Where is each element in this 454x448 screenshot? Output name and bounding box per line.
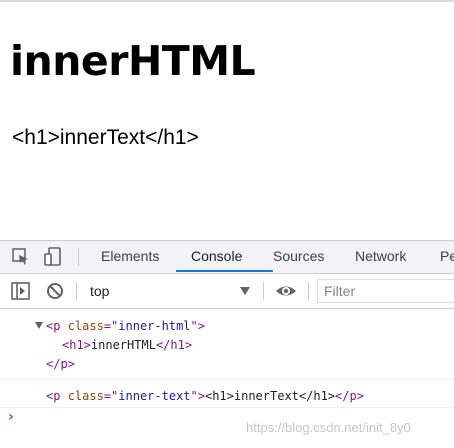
page-paragraph: <h1>innerText</h1> — [12, 126, 199, 149]
inspect-element-icon[interactable] — [10, 246, 32, 268]
console-message-separator — [0, 407, 454, 408]
live-expression-icon[interactable] — [275, 280, 297, 302]
console-entry-1-open[interactable]: <p class="inner-html"> — [46, 317, 205, 335]
filter-input[interactable]: Filter — [317, 279, 454, 303]
tab-console[interactable]: Console — [191, 241, 242, 272]
dropdown-arrow-icon — [240, 287, 250, 295]
device-toolbar-icon[interactable] — [42, 246, 64, 268]
tab-elements[interactable]: Elements — [101, 241, 159, 272]
console-prompt-icon[interactable]: › — [8, 409, 14, 425]
top-border — [0, 0, 454, 2]
devtools-tabbar: Elements Console Sources Network Pe — [0, 241, 454, 274]
toolbar-separator — [263, 282, 264, 300]
tab-network[interactable]: Network — [355, 241, 406, 272]
console-entry-1-close[interactable]: </p> — [46, 355, 75, 373]
tab-sources[interactable]: Sources — [273, 241, 324, 272]
console-entry-1-child[interactable]: <h1>innerHTML</h1> — [62, 336, 192, 354]
devtools-panel: Elements Console Sources Network Pe top — [0, 240, 454, 448]
expand-triangle-icon[interactable] — [35, 322, 43, 329]
tabbar-separator — [78, 248, 79, 266]
page-heading: innerHTML — [10, 37, 256, 85]
console-entry-2[interactable]: <p class="inner-text"><h1>innerText</h1>… — [46, 387, 364, 405]
active-tab-indicator — [176, 270, 273, 272]
watermark: https://blog.csdn.net/init_8y0 — [246, 420, 411, 435]
context-selector[interactable]: top — [84, 280, 254, 302]
console-message-separator — [0, 379, 454, 380]
context-value: top — [90, 283, 110, 299]
tab-performance[interactable]: Pe — [440, 241, 454, 272]
toolbar-separator — [76, 282, 77, 300]
show-sidebar-icon[interactable] — [10, 280, 32, 302]
clear-console-icon[interactable] — [44, 280, 66, 302]
toolbar-separator — [308, 282, 309, 300]
console-toolbar: top Filter — [0, 274, 454, 309]
